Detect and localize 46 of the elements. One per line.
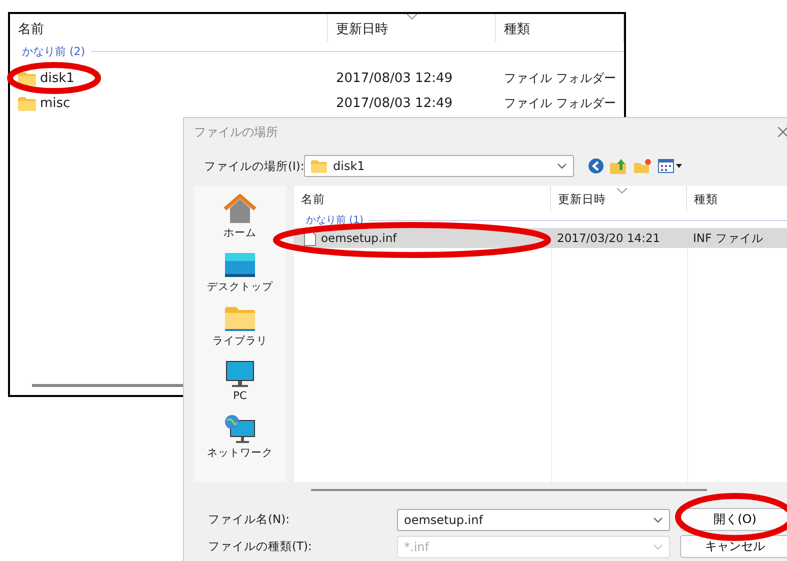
place-label[interactable]: PC <box>233 390 247 402</box>
caret-icon <box>406 14 418 20</box>
view-menu-icon[interactable] <box>658 159 682 173</box>
column-header[interactable]: 種類 <box>496 14 624 42</box>
home-icon[interactable] <box>224 194 256 224</box>
open-button[interactable]: 開く(O) <box>680 508 787 531</box>
column-header[interactable]: 種類 <box>687 186 787 212</box>
filetype-label: ファイルの種類(T): <box>207 539 308 554</box>
folder-icon <box>311 160 327 172</box>
filename-label: ファイル名(N): <box>207 512 290 527</box>
column-header[interactable]: 更新日時 <box>328 14 496 42</box>
date-cell-text: 2017/08/03 12:49 <box>335 71 454 86</box>
monitor-icon[interactable] <box>224 252 256 278</box>
type-cell-text: ファイル フォルダー <box>503 95 617 112</box>
scrollbar[interactable] <box>311 489 707 491</box>
column-header[interactable]: 名前 <box>10 14 328 42</box>
caret-icon <box>616 188 628 194</box>
group-header: かなり前 (2) <box>22 44 86 58</box>
up-folder-icon[interactable] <box>610 158 628 174</box>
place-label[interactable]: ホーム <box>224 226 256 240</box>
type-cell-text: ファイル フォルダー <box>503 70 617 87</box>
place-label[interactable]: デスクトップ <box>207 280 273 294</box>
file-row[interactable]: oemsetup.inf 2017/03/20 14:21 INF ファイル <box>294 228 787 248</box>
type-cell-text: INF ファイル <box>692 230 764 246</box>
folder-icon[interactable] <box>225 306 255 332</box>
filename-field[interactable]: oemsetup.inf <box>397 508 670 530</box>
place-label[interactable]: ネットワーク <box>207 446 273 460</box>
date-cell-text: 2017/08/03 12:49 <box>335 96 454 111</box>
network-icon[interactable] <box>224 414 256 444</box>
file-name[interactable]: disk1 <box>40 71 74 86</box>
place-label[interactable]: ライブラリ <box>212 334 268 348</box>
date-cell-text: 2017/03/20 14:21 <box>556 231 662 245</box>
window-title: ファイルの場所 <box>194 124 278 140</box>
location-dropdown[interactable]: disk1 <box>304 155 574 177</box>
column-header[interactable]: 更新日時 <box>551 186 687 212</box>
monitor-icon[interactable] <box>225 360 255 388</box>
close-icon[interactable] <box>778 127 787 137</box>
folder-icon <box>18 96 36 110</box>
new-folder-icon[interactable] <box>634 158 652 174</box>
folder-icon <box>18 72 36 86</box>
back-icon[interactable] <box>588 158 604 174</box>
group-header: かなり前 (1) <box>306 214 364 227</box>
file-name[interactable]: misc <box>40 96 70 111</box>
column-header[interactable]: 名前 <box>294 186 551 212</box>
location-label: ファイルの場所(I): <box>203 158 304 174</box>
file-name: oemsetup.inf <box>321 231 397 245</box>
